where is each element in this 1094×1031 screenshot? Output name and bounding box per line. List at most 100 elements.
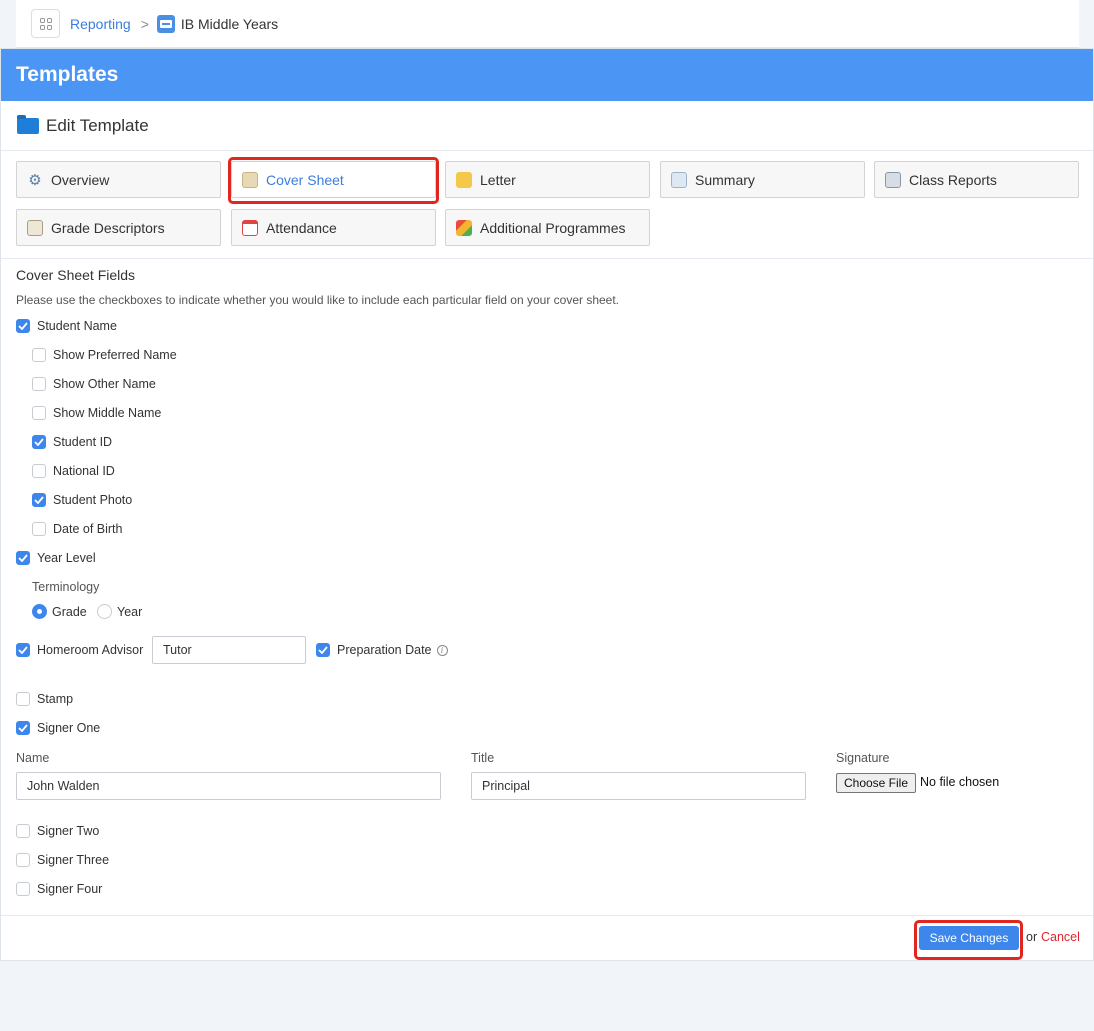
signature-label: Signature — [836, 751, 890, 765]
signer-title-label: Title — [471, 751, 495, 765]
tab-summary[interactable]: Summary — [660, 161, 865, 198]
edit-template-header: Edit Template — [1, 101, 1093, 151]
tab-attendance[interactable]: Attendance — [231, 209, 436, 246]
class-reports-icon — [885, 171, 901, 188]
date-of-birth-option[interactable]: Date of Birth — [32, 522, 122, 536]
stamp-checkbox[interactable] — [16, 692, 30, 706]
breadcrumb-separator: > — [140, 15, 149, 32]
grid-icon — [39, 17, 52, 30]
footer-divider — [1, 915, 1093, 916]
show-preferred-name-checkbox[interactable] — [32, 348, 46, 362]
signer-three-option[interactable]: Signer Three — [16, 853, 109, 867]
choose-file-button[interactable]: Choose File — [836, 773, 916, 793]
app-switcher-button[interactable] — [31, 9, 60, 38]
terminology-grade-option[interactable]: Grade — [32, 604, 87, 619]
year-level-checkbox[interactable] — [16, 551, 30, 565]
puzzle-icon — [456, 219, 472, 236]
signer-four-checkbox[interactable] — [16, 882, 30, 896]
tab-label: Grade Descriptors — [51, 219, 165, 236]
signer-name-label: Name — [16, 751, 50, 765]
student-name-checkbox[interactable] — [16, 319, 30, 333]
section-description: Please use the checkboxes to indicate wh… — [16, 293, 620, 307]
checkbox-label: Signer Three — [37, 853, 110, 867]
tab-label: Additional Programmes — [480, 219, 626, 236]
checkbox-label: Signer Four — [37, 882, 103, 896]
section-title: Cover Sheet Fields — [16, 267, 136, 283]
checkbox-label: Stamp — [37, 692, 74, 706]
year-level-option[interactable]: Year Level — [16, 551, 96, 565]
breadcrumb: Reporting > IB Middle Years — [16, 0, 1079, 48]
student-name-option[interactable]: Student Name — [16, 319, 117, 333]
homeroom-advisor-checkbox[interactable] — [16, 643, 30, 657]
info-icon[interactable]: i — [436, 644, 448, 656]
divider — [1, 258, 1093, 259]
save-button-highlight — [914, 920, 1023, 960]
checkbox-label: Student Name — [37, 319, 117, 333]
checkbox-label: Signer Two — [37, 824, 100, 838]
gear-icon: ⚙ — [28, 171, 42, 189]
terminology-label: Terminology — [32, 580, 100, 594]
student-id-option[interactable]: Student ID — [32, 435, 112, 449]
templates-panel: Templates Edit Template ⚙ Overview Cover… — [0, 48, 1094, 961]
cover-sheet-highlight — [228, 157, 439, 204]
tab-class-reports[interactable]: Class Reports — [874, 161, 1079, 198]
tab-label: Summary — [695, 171, 755, 188]
radio-label: Year — [117, 604, 143, 619]
grade-descriptors-icon — [27, 219, 43, 236]
show-middle-name-checkbox[interactable] — [32, 406, 46, 420]
show-other-name-checkbox[interactable] — [32, 377, 46, 391]
student-id-checkbox[interactable] — [32, 435, 46, 449]
breadcrumb-reporting-link[interactable]: Reporting — [70, 16, 131, 32]
tab-label: Letter — [480, 171, 516, 188]
checkbox-label: Show Preferred Name — [53, 348, 177, 362]
checkbox-label: Student ID — [53, 435, 113, 449]
signer-title-input[interactable]: Principal — [471, 772, 806, 800]
show-preferred-name-option[interactable]: Show Preferred Name — [32, 348, 177, 362]
tab-letter[interactable]: Letter — [445, 161, 650, 198]
homeroom-advisor-option[interactable]: Homeroom Advisor — [16, 643, 143, 657]
folder-icon — [17, 114, 39, 134]
signer-two-checkbox[interactable] — [16, 824, 30, 838]
tab-additional-programmes[interactable]: Additional Programmes — [445, 209, 650, 246]
date-of-birth-checkbox[interactable] — [32, 522, 46, 536]
tab-label: Attendance — [266, 219, 337, 236]
signer-one-option[interactable]: Signer One — [16, 721, 100, 735]
grade-radio[interactable] — [32, 604, 47, 619]
checkbox-label: Homeroom Advisor — [37, 643, 144, 657]
calendar-icon — [242, 219, 258, 236]
signer-two-option[interactable]: Signer Two — [16, 824, 99, 838]
checkbox-label: Show Other Name — [53, 377, 156, 391]
tab-label: Overview — [51, 171, 110, 188]
tab-overview[interactable]: ⚙ Overview — [16, 161, 221, 198]
homeroom-advisor-input[interactable]: Tutor — [152, 636, 306, 664]
checkbox-label: Year Level — [37, 551, 96, 565]
checkbox-label: Date of Birth — [53, 522, 123, 536]
national-id-checkbox[interactable] — [32, 464, 46, 478]
signer-three-checkbox[interactable] — [16, 853, 30, 867]
edit-template-title: Edit Template — [46, 115, 149, 135]
checkbox-label: Signer One — [37, 721, 101, 735]
no-file-text: No file chosen — [920, 775, 1000, 789]
national-id-option[interactable]: National ID — [32, 464, 115, 478]
year-radio[interactable] — [97, 604, 112, 619]
preparation-date-option[interactable]: Preparation Date i — [316, 643, 448, 657]
student-photo-option[interactable]: Student Photo — [32, 493, 132, 507]
checkbox-label: National ID — [53, 464, 115, 478]
terminology-year-option[interactable]: Year — [97, 604, 142, 619]
page-title: Templates — [1, 49, 1093, 101]
tab-grade-descriptors[interactable]: Grade Descriptors — [16, 209, 221, 246]
show-middle-name-option[interactable]: Show Middle Name — [32, 406, 161, 420]
stamp-option[interactable]: Stamp — [16, 692, 73, 706]
cancel-link[interactable]: Cancel — [1041, 930, 1080, 944]
ib-myp-icon — [156, 14, 175, 33]
show-other-name-option[interactable]: Show Other Name — [32, 377, 156, 391]
checkbox-label: Student Photo — [53, 493, 133, 507]
summary-icon — [671, 171, 687, 188]
signer-name-input[interactable]: John Walden — [16, 772, 441, 800]
signer-four-option[interactable]: Signer Four — [16, 882, 102, 896]
signer-one-checkbox[interactable] — [16, 721, 30, 735]
breadcrumb-current: IB Middle Years — [180, 15, 279, 32]
checkbox-label: Preparation Date — [337, 643, 432, 657]
student-photo-checkbox[interactable] — [32, 493, 46, 507]
preparation-date-checkbox[interactable] — [316, 643, 330, 657]
